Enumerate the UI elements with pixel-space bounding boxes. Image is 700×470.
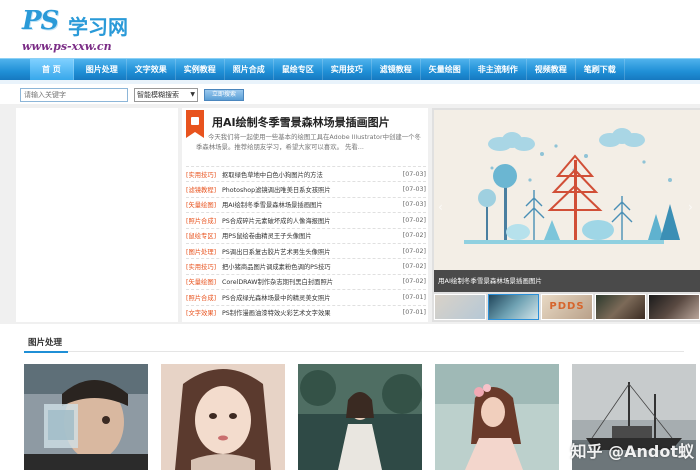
watermark: 知乎 @Andot蚁 — [570, 442, 694, 461]
list-item[interactable]: [滤镜教程] Photoshop滤镜调出唯美日系女孩照片 [07-03] — [186, 181, 426, 196]
section-title[interactable]: 图片处理 — [24, 336, 69, 353]
news-title[interactable]: 抠取绿色草地中白色小狗图片的方法 — [222, 170, 400, 179]
photo-card[interactable] — [435, 364, 559, 470]
nav-item-filters[interactable]: 滤镜教程 — [372, 58, 421, 81]
chevron-right-icon[interactable]: › — [688, 200, 698, 220]
news-title[interactable]: Photoshop滤镜调出唯美日系女孩照片 — [222, 185, 400, 194]
list-item[interactable]: [矢量绘图] CorelDRAW制作杂志期刊黑白封面照片 [07-02] — [186, 273, 426, 289]
search-mode-label: 智能模糊搜索 — [137, 91, 179, 99]
nav-item-photo-compositing[interactable]: 照片合成 — [225, 58, 274, 81]
news-title[interactable]: PS合成绿光森林场景中的精灵美女照片 — [222, 293, 400, 302]
list-item[interactable]: [照片合成] PS合成绿光森林场景中的精灵美女照片 [07-01] — [186, 289, 426, 304]
search-button[interactable]: 立即搜索 — [204, 89, 244, 101]
news-category[interactable]: [实用技巧] — [186, 170, 222, 179]
search-bar: 智能模糊搜索 ▼ 立即搜索 — [20, 88, 244, 102]
news-date: [07-02] — [402, 278, 426, 286]
nav-sub-strip — [0, 80, 700, 84]
carousel-thumb[interactable] — [648, 294, 700, 320]
nav-item-mouse-drawing[interactable]: 鼠绘专区 — [274, 58, 323, 81]
news-category[interactable]: [矢量绘图] — [186, 277, 222, 286]
photo-girl-forest — [298, 364, 422, 470]
news-category[interactable]: [滤镜教程] — [186, 185, 222, 194]
list-item[interactable]: [矢量绘图] 用AI绘制冬季雪景森林场景插画图片 [07-03] — [186, 196, 426, 212]
news-date: [07-02] — [402, 216, 426, 224]
list-item[interactable]: [照片合成] PS合成碎片元素破坏成的人像海报图片 [07-02] — [186, 212, 426, 227]
news-title[interactable]: 用PS鼠绘卷曲精灵王子头像图片 — [222, 231, 400, 240]
news-date: [07-01] — [402, 293, 426, 301]
news-date: [07-03] — [402, 170, 426, 178]
news-category[interactable]: [照片合成] — [186, 216, 222, 225]
carousel-caption[interactable]: 用AI绘制冬季雪景森林场景插画图片 — [434, 270, 700, 292]
nav-item-text-effects[interactable]: 文字效果 — [127, 58, 176, 81]
carousel-thumbnails: PDDS — [434, 294, 700, 322]
news-title[interactable]: PS合成碎片元素破坏成的人像海报图片 — [222, 216, 400, 225]
nav-item-tips[interactable]: 实用技巧 — [323, 58, 372, 81]
feature-title[interactable]: 用AI绘制冬季雪景森林场景插画图片 — [212, 114, 422, 130]
nav-item-vector[interactable]: 矢量绘图 — [421, 58, 470, 81]
chevron-down-icon: ▼ — [190, 91, 195, 98]
news-category[interactable]: [矢量绘图] — [186, 200, 222, 209]
news-date: [07-03] — [402, 201, 426, 209]
news-date: [07-02] — [402, 247, 426, 255]
news-category[interactable]: [照片合成] — [186, 293, 222, 302]
carousel-thumb[interactable] — [434, 294, 486, 320]
portrait-man-glasses — [24, 364, 148, 470]
nav-item-photo-processing[interactable]: 图片处理 — [78, 58, 127, 81]
carousel-slide[interactable]: ‹ › — [434, 110, 700, 270]
list-item[interactable]: [实用技巧] 把小猪商品图片调成素粉色调的PS技巧 [07-02] — [186, 258, 426, 273]
chevron-left-icon[interactable]: ‹ — [438, 200, 448, 220]
logo-text: 学习网 — [68, 15, 128, 39]
feature-description: 今天我们将一起使用一些基本的绘图工具在Adobe Illustrator中创建一… — [196, 133, 421, 151]
section-header: 图片处理 — [24, 336, 684, 353]
photo-card[interactable] — [298, 364, 422, 470]
nav-item-alt-style[interactable]: 非主流制作 — [470, 58, 527, 81]
news-category[interactable]: [鼠绘专区] — [186, 231, 222, 240]
nav-item-home[interactable]: 首 页 — [30, 58, 74, 81]
nav-item-brushes[interactable]: 笔刷下载 — [576, 58, 625, 81]
nav-item-examples[interactable]: 实例教程 — [176, 58, 225, 81]
news-date: [07-01] — [402, 309, 426, 317]
portrait-girl-illustration — [161, 364, 285, 470]
news-title[interactable]: PS制作漫画油漆特效火彩艺术文字效果 — [222, 308, 400, 317]
news-list: [实用技巧] 抠取绿色草地中白色小狗图片的方法 [07-03] [滤镜教程] Phot… — [186, 166, 426, 320]
news-title[interactable]: 把小猪商品图片调成素粉色调的PS技巧 — [222, 262, 400, 271]
carousel-thumb[interactable]: PDDS — [541, 294, 593, 320]
site-logo[interactable]: PS 学习网 www.ps-xxw.cn — [18, 4, 148, 56]
news-panel: 用AI绘制冬季雪景森林场景插画图片 今天我们将一起使用一些基本的绘图工具在Ado… — [182, 108, 428, 322]
news-title[interactable]: PS调出日系复古胶片艺术男生头像照片 — [222, 247, 400, 256]
list-item[interactable]: [文字效果] PS制作漫画油漆特效火彩艺术文字效果 [07-01] — [186, 304, 426, 320]
news-title[interactable]: 用AI绘制冬季雪景森林场景插画图片 — [222, 200, 400, 209]
news-date: [07-03] — [402, 186, 426, 194]
news-category[interactable]: [实用技巧] — [186, 262, 222, 271]
carousel-thumb[interactable] — [594, 294, 647, 320]
search-mode-select[interactable]: 智能模糊搜索 ▼ — [134, 88, 198, 102]
news-category[interactable]: [文字效果] — [186, 308, 222, 317]
photo-card[interactable] — [24, 364, 148, 470]
logo-mark: PS — [22, 6, 59, 36]
news-date: [07-02] — [402, 263, 426, 271]
list-item[interactable]: [图片处理] PS调出日系复古胶片艺术男生头像照片 [07-02] — [186, 242, 426, 258]
search-input[interactable] — [20, 88, 128, 102]
winter-forest-illustration — [434, 110, 700, 270]
list-item[interactable]: [实用技巧] 抠取绿色草地中白色小狗图片的方法 [07-03] — [186, 166, 426, 181]
photo-girl-flowers — [435, 364, 559, 470]
nav-item-video[interactable]: 视频教程 — [527, 58, 576, 81]
carousel-thumb[interactable] — [487, 294, 540, 320]
list-item[interactable]: [鼠绘专区] 用PS鼠绘卷曲精灵王子头像图片 [07-02] — [186, 227, 426, 243]
news-category[interactable]: [图片处理] — [186, 247, 222, 256]
photo-card[interactable] — [161, 364, 285, 470]
news-date: [07-02] — [402, 232, 426, 240]
logo-url: www.ps-xxw.cn — [22, 40, 112, 53]
news-title[interactable]: CorelDRAW制作杂志期刊黑白封面照片 — [222, 277, 400, 286]
bookmark-icon — [186, 110, 204, 138]
left-panel — [16, 108, 178, 322]
main-nav: 首 页 图片处理 文字效果 实例教程 照片合成 鼠绘专区 实用技巧 滤镜教程 矢… — [0, 58, 700, 81]
image-carousel: ‹ › 用AI绘制冬季雪景森林场景插画图片 PDDS — [432, 108, 700, 322]
